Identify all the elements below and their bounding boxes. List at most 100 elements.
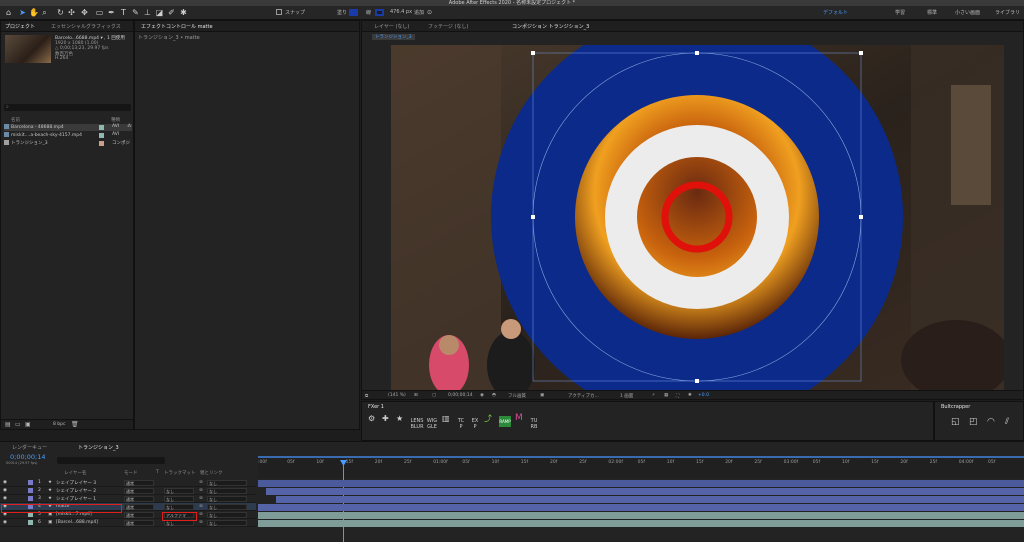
arc-icon[interactable]: ◠ <box>987 418 995 427</box>
preset-wiggle[interactable]: WIG GLE <box>426 418 438 430</box>
fill-color-swatch[interactable] <box>349 9 358 16</box>
puppet-tool-icon[interactable]: ✱ <box>179 8 188 17</box>
tab-effect-controls[interactable]: エフェクトコントロール matte <box>141 23 213 30</box>
layer-label-color[interactable] <box>28 496 33 501</box>
col-track-matte[interactable]: トラックマット <box>164 470 196 476</box>
preset-3d[interactable]: ▥ <box>442 415 450 423</box>
camera-dropdown[interactable]: アクティブカ... <box>568 393 599 399</box>
preset-curve-icon[interactable]: ⤴ <box>484 415 492 423</box>
parent-dropdown[interactable]: なし <box>207 512 247 518</box>
views-dropdown[interactable]: 1 画面 <box>620 393 633 399</box>
timeline-search-input[interactable] <box>57 457 165 464</box>
add-icon[interactable]: ⊙ <box>425 8 434 17</box>
col-parent[interactable]: 親とリンク <box>200 470 223 476</box>
label-color-chip[interactable] <box>99 141 104 146</box>
label-color-chip[interactable] <box>99 125 104 130</box>
corner-icon[interactable]: ◱ <box>951 418 960 427</box>
workspace-libraries[interactable]: ライブラリ <box>995 9 1020 16</box>
parent-pickwhip-icon[interactable]: ⊚ <box>199 496 203 501</box>
layer-name[interactable]: シェイプレイヤー 3 <box>56 480 96 486</box>
add-label[interactable]: 追加 <box>414 9 424 16</box>
workspace-default[interactable]: デフォルト <box>823 9 848 16</box>
blend-mode-dropdown[interactable]: 通常 <box>124 512 154 518</box>
stroke-color-swatch[interactable] <box>375 9 384 16</box>
current-time-display[interactable]: 0;00;00;14 <box>448 393 473 398</box>
parent-pickwhip-icon[interactable]: ⊚ <box>199 512 203 517</box>
visibility-eye-icon[interactable]: ◉ <box>3 520 7 525</box>
flowchart-icon[interactable]: ⛶ <box>676 393 679 399</box>
workspace-small-screen[interactable]: 小さい画面 <box>955 9 980 16</box>
parent-dropdown[interactable]: なし <box>207 496 247 502</box>
new-composition-icon[interactable]: ▣ <box>25 421 31 428</box>
interpret-footage-icon[interactable]: ▤ <box>5 421 11 428</box>
tab-timeline-comp[interactable]: トランジション_3 <box>78 444 119 451</box>
blend-mode-dropdown[interactable]: 通常 <box>124 488 154 494</box>
blend-mode-dropdown[interactable]: 通常 <box>124 504 154 510</box>
snapshot-icon[interactable]: ◉ <box>480 393 484 398</box>
layer-label-color[interactable] <box>28 520 33 525</box>
parent-pickwhip-icon[interactable]: ⊚ <box>199 504 203 509</box>
layer-duration-bar[interactable] <box>266 488 1024 495</box>
mask-visibility-icon[interactable]: ▢ <box>432 393 436 398</box>
text-tool-icon[interactable]: T <box>119 8 128 17</box>
buttcrapper-title[interactable]: Bultcrapper <box>941 404 970 410</box>
layer-duration-bar[interactable] <box>258 520 1024 527</box>
blend-mode-dropdown[interactable]: 通常 <box>124 480 154 486</box>
stroke-width-value[interactable]: 476.4 px <box>390 9 412 15</box>
parent-pickwhip-icon[interactable]: ⊚ <box>199 480 203 485</box>
new-folder-icon[interactable]: ▭ <box>15 421 21 428</box>
transform-handle[interactable] <box>695 51 699 55</box>
col-mode[interactable]: モード <box>124 470 138 476</box>
project-item-barcelona[interactable]: Barcelona - 48688.mp4 AVI ⁂ <box>4 124 132 131</box>
timeline-icon[interactable]: ▦ <box>664 393 668 398</box>
layer-name[interactable]: [Barcel...688.mp4] <box>56 520 98 525</box>
grid-icon[interactable]: ⊞ <box>414 393 418 398</box>
parent-dropdown[interactable]: なし <box>207 504 247 510</box>
transform-handle[interactable] <box>695 379 699 383</box>
pen-tool-icon[interactable]: ✒ <box>107 8 116 17</box>
layer-row[interactable]: ◉ 1 ★ シェイプレイヤー 3 通常 ⊚ なし <box>0 479 256 487</box>
layer-duration-bar[interactable] <box>258 480 1024 487</box>
layer-duration-bar[interactable] <box>276 496 1024 503</box>
rounded-corner-icon[interactable]: ◰ <box>969 418 978 427</box>
col-type-header[interactable]: 種類 <box>111 117 120 123</box>
col-layer-name[interactable]: レイヤー名 <box>64 470 86 476</box>
always-preview-icon[interactable]: ⧉ <box>365 393 368 399</box>
gear-icon[interactable]: ⚙ <box>368 415 375 423</box>
delete-icon[interactable]: 🗑 <box>71 421 79 428</box>
layer-name[interactable]: シェイプレイヤー 2 <box>56 488 96 494</box>
eraser-tool-icon[interactable]: ◪ <box>155 8 164 17</box>
home-icon[interactable]: ⌂ <box>4 8 13 17</box>
blend-mode-dropdown[interactable]: 通常 <box>124 520 154 526</box>
visibility-eye-icon[interactable]: ◉ <box>3 480 7 485</box>
resolution-dropdown[interactable]: フル画質 <box>508 393 526 399</box>
transform-handle[interactable] <box>531 51 535 55</box>
fxer-title[interactable]: FXer 1 <box>368 404 384 410</box>
comp-viewport[interactable] <box>391 45 1004 390</box>
layer-label-color[interactable] <box>28 488 33 493</box>
fast-preview-icon[interactable]: ⚡ <box>652 393 655 398</box>
bit-depth-button[interactable]: 8 bpc <box>53 422 65 427</box>
preset-m[interactable]: M <box>515 414 523 423</box>
layer-row[interactable]: ◉ 2 ★ シェイプレイヤー 2 通常 なし ⊚ なし <box>0 487 256 495</box>
pan-behind-tool-icon[interactable]: ✥ <box>80 8 89 17</box>
visibility-eye-icon[interactable]: ◉ <box>3 496 7 501</box>
preset-exp[interactable]: EX P <box>471 418 479 430</box>
layer-name[interactable]: シェイプレイヤー 1 <box>56 496 96 502</box>
camera-tool-icon[interactable]: ✣ <box>67 8 76 17</box>
puzzle-icon[interactable]: ✚ <box>382 415 389 423</box>
tab-layer[interactable]: レイヤー (なし) <box>374 23 409 30</box>
region-of-interest-icon[interactable]: ▣ <box>540 393 544 398</box>
tab-render-queue[interactable]: レンダーキュー <box>12 444 47 451</box>
parent-dropdown[interactable]: なし <box>207 488 247 494</box>
project-item-miskit[interactable]: miskit....a-beach-sky-4157.mp4 AVI <box>4 132 132 139</box>
layer-duration-bar[interactable] <box>258 512 1024 519</box>
preset-ramp[interactable]: RAMP <box>499 416 511 427</box>
track-matte-dropdown[interactable]: なし <box>164 488 194 494</box>
slash-icon[interactable]: ⫽ <box>1005 418 1009 427</box>
track-matte-dropdown[interactable]: なし <box>164 496 194 502</box>
parent-dropdown[interactable]: なし <box>207 480 247 486</box>
layer-row[interactable]: ◉ 3 ★ シェイプレイヤー 1 通常 なし ⊚ なし <box>0 495 256 503</box>
reset-exposure-icon[interactable]: ✺ <box>688 393 692 398</box>
layer-row[interactable]: ◉ 6 ▣ [Barcel...688.mp4] 通常 なし ⊚ なし <box>0 519 256 527</box>
